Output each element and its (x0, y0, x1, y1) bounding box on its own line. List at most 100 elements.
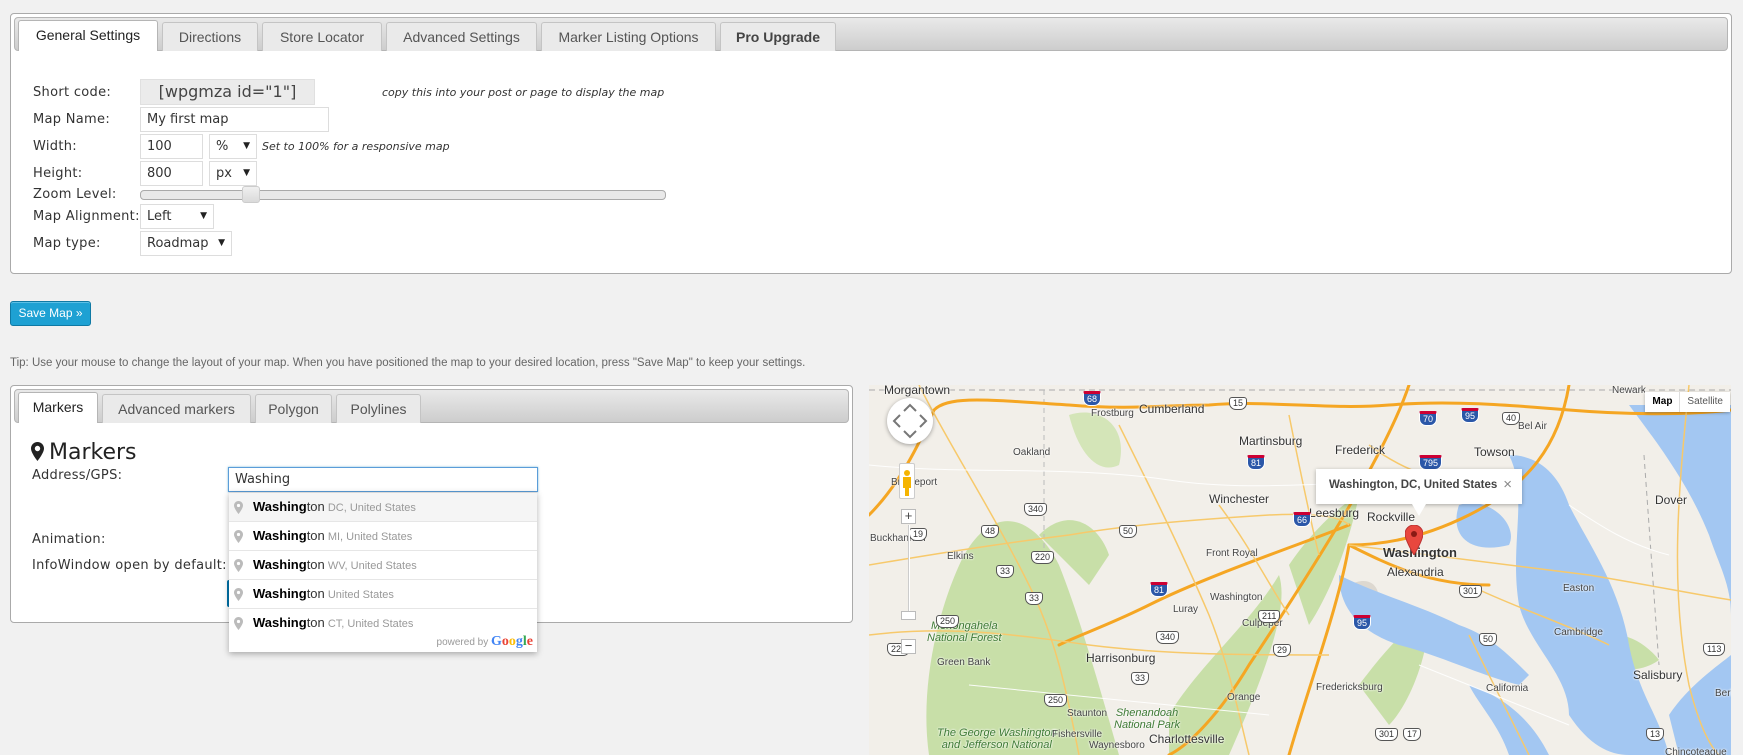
route-shield: 68 (1083, 391, 1102, 406)
map-type-map-button[interactable]: Map (1645, 392, 1680, 412)
tab-store-locator[interactable]: Store Locator (262, 22, 382, 51)
map-label: Bel Air (1518, 421, 1547, 432)
match-text: Washing (253, 557, 307, 572)
tab-advanced-settings[interactable]: Advanced Settings (386, 22, 537, 51)
general-settings-panel: General Settings Directions Store Locato… (10, 13, 1732, 274)
route-shield: 17 (1403, 728, 1422, 741)
autocomplete-item[interactable]: Washington WV, United States (229, 551, 537, 580)
map-label: The George Washington and Jefferson Nati… (937, 727, 1057, 751)
location-pin-icon (234, 559, 243, 572)
map-marker-pin[interactable] (1405, 525, 1423, 555)
rest-text: ton (306, 528, 325, 543)
location-pin-icon (234, 588, 243, 601)
zoom-rail[interactable] (908, 525, 910, 620)
tab-directions[interactable]: Directions (162, 22, 258, 51)
google-logo: Google (491, 634, 533, 649)
map-label: Easton (1563, 583, 1595, 594)
address-input[interactable]: Washing (228, 467, 538, 492)
autocomplete-item[interactable]: Washington United States (229, 580, 537, 609)
settings-tab-bar: General Settings Directions Store Locato… (14, 17, 1728, 51)
save-map-button[interactable]: Save Map » (10, 301, 91, 326)
map-label: Charlottesville (1149, 732, 1225, 746)
route-shield: 301 (1375, 728, 1399, 741)
animation-label: Animation: (32, 532, 106, 547)
route-shield: 250 (936, 615, 960, 628)
map-label: Rockville (1367, 510, 1416, 524)
tab-marker-listing-options[interactable]: Marker Listing Options (541, 22, 716, 51)
tip-text: Tip: Use your mouse to change the layout… (10, 357, 806, 369)
map-alignment-label: Map Alignment: (33, 209, 140, 224)
height-unit-value: px (216, 166, 232, 181)
route-shield: 33 (996, 565, 1015, 578)
map-alignment-select[interactable]: Left ▼ (140, 204, 214, 229)
route-shield: 48 (981, 525, 1000, 538)
tab-general-settings[interactable]: General Settings (18, 20, 158, 51)
map-label: Winchester (1209, 492, 1270, 506)
tab-advanced-markers[interactable]: Advanced markers (102, 394, 251, 423)
map-label: Towson (1474, 445, 1515, 459)
autocomplete-item[interactable]: Washington MI, United States (229, 522, 537, 551)
map-label: Shenandoah National Park (1114, 707, 1181, 731)
route-shield: 40 (1502, 412, 1521, 425)
rest-text: ton (306, 586, 325, 601)
tab-polygon[interactable]: Polygon (255, 394, 332, 423)
map-label: Salisbury (1633, 668, 1683, 682)
map-type-control: Map Satellite (1645, 392, 1730, 412)
street-view-pegman[interactable] (899, 463, 915, 499)
secondary-text: CT, United States (327, 618, 414, 630)
map-name-input[interactable]: My first map (140, 107, 329, 132)
route-shield: 340 (1024, 503, 1048, 516)
width-hint: Set to 100% for a responsive map (262, 140, 450, 153)
route-shield: 33 (1131, 672, 1150, 685)
map-canvas[interactable]: Morgantown Frostburg Cumberland Martinsb… (869, 385, 1731, 755)
autocomplete-item[interactable]: Washington DC, United States (229, 493, 537, 522)
markers-tab-bar: Markers Advanced markers Polygon Polylin… (14, 389, 849, 423)
zoom-in-button[interactable]: + (901, 509, 916, 524)
height-input[interactable]: 800 (140, 161, 203, 186)
route-shield: 19 (909, 528, 928, 541)
chevron-down-icon: ▼ (218, 238, 225, 248)
width-unit-value: % (216, 139, 229, 154)
tab-pro-upgrade[interactable]: Pro Upgrade (720, 22, 836, 51)
info-window-text: Washington, DC, United States (1329, 479, 1498, 491)
height-label: Height: (33, 166, 83, 181)
width-input[interactable]: 100 (140, 134, 203, 159)
powered-by-google: powered by Google (437, 634, 533, 650)
markers-title: Markers (49, 440, 137, 465)
map-label: Waynesboro (1089, 740, 1145, 751)
map-type-label: Map type: (33, 236, 101, 251)
powered-by-text: powered by (436, 637, 489, 648)
route-shield: 340 (1156, 631, 1180, 644)
secondary-text: WV, United States (327, 560, 417, 572)
map-label: Cumberland (1139, 402, 1205, 416)
shortcode-field[interactable]: [wpgmza id="1"] (140, 79, 315, 105)
zoom-slider-handle[interactable] (242, 186, 260, 203)
route-shield: 50 (1479, 633, 1498, 646)
autocomplete-dropdown: Washington DC, United States Washington … (229, 492, 537, 652)
close-icon[interactable]: × (1503, 476, 1512, 493)
pegman-icon (903, 470, 911, 496)
map-label: Washington (1210, 592, 1263, 603)
tab-polylines[interactable]: Polylines (336, 394, 421, 423)
pan-control[interactable] (887, 398, 933, 444)
map-label: Morgantown (884, 385, 951, 397)
shortcode-hint: copy this into your post or page to disp… (382, 86, 665, 99)
chevron-down-icon: ▼ (243, 168, 250, 178)
map-label: Staunton (1067, 708, 1108, 719)
zoom-thumb[interactable] (901, 611, 916, 620)
map-label: California (1486, 683, 1529, 694)
infowindow-default-label: InfoWindow open by default: (32, 558, 227, 573)
width-unit-select[interactable]: % ▼ (209, 134, 257, 159)
tab-markers[interactable]: Markers (18, 392, 98, 423)
match-text: Washing (253, 586, 307, 601)
map-label: Frederick (1335, 443, 1386, 457)
map-type-satellite-button[interactable]: Satellite (1679, 392, 1730, 412)
map-type-select[interactable]: Roadmap ▼ (140, 231, 232, 256)
secondary-text: United States (327, 589, 394, 601)
zoom-level-slider[interactable] (140, 186, 666, 203)
address-label: Address/GPS: (32, 468, 123, 483)
height-unit-select[interactable]: px ▼ (209, 161, 257, 186)
location-pin-icon (234, 617, 243, 630)
zoom-out-button[interactable]: − (901, 639, 916, 654)
map-label: Green Bank (937, 657, 991, 668)
